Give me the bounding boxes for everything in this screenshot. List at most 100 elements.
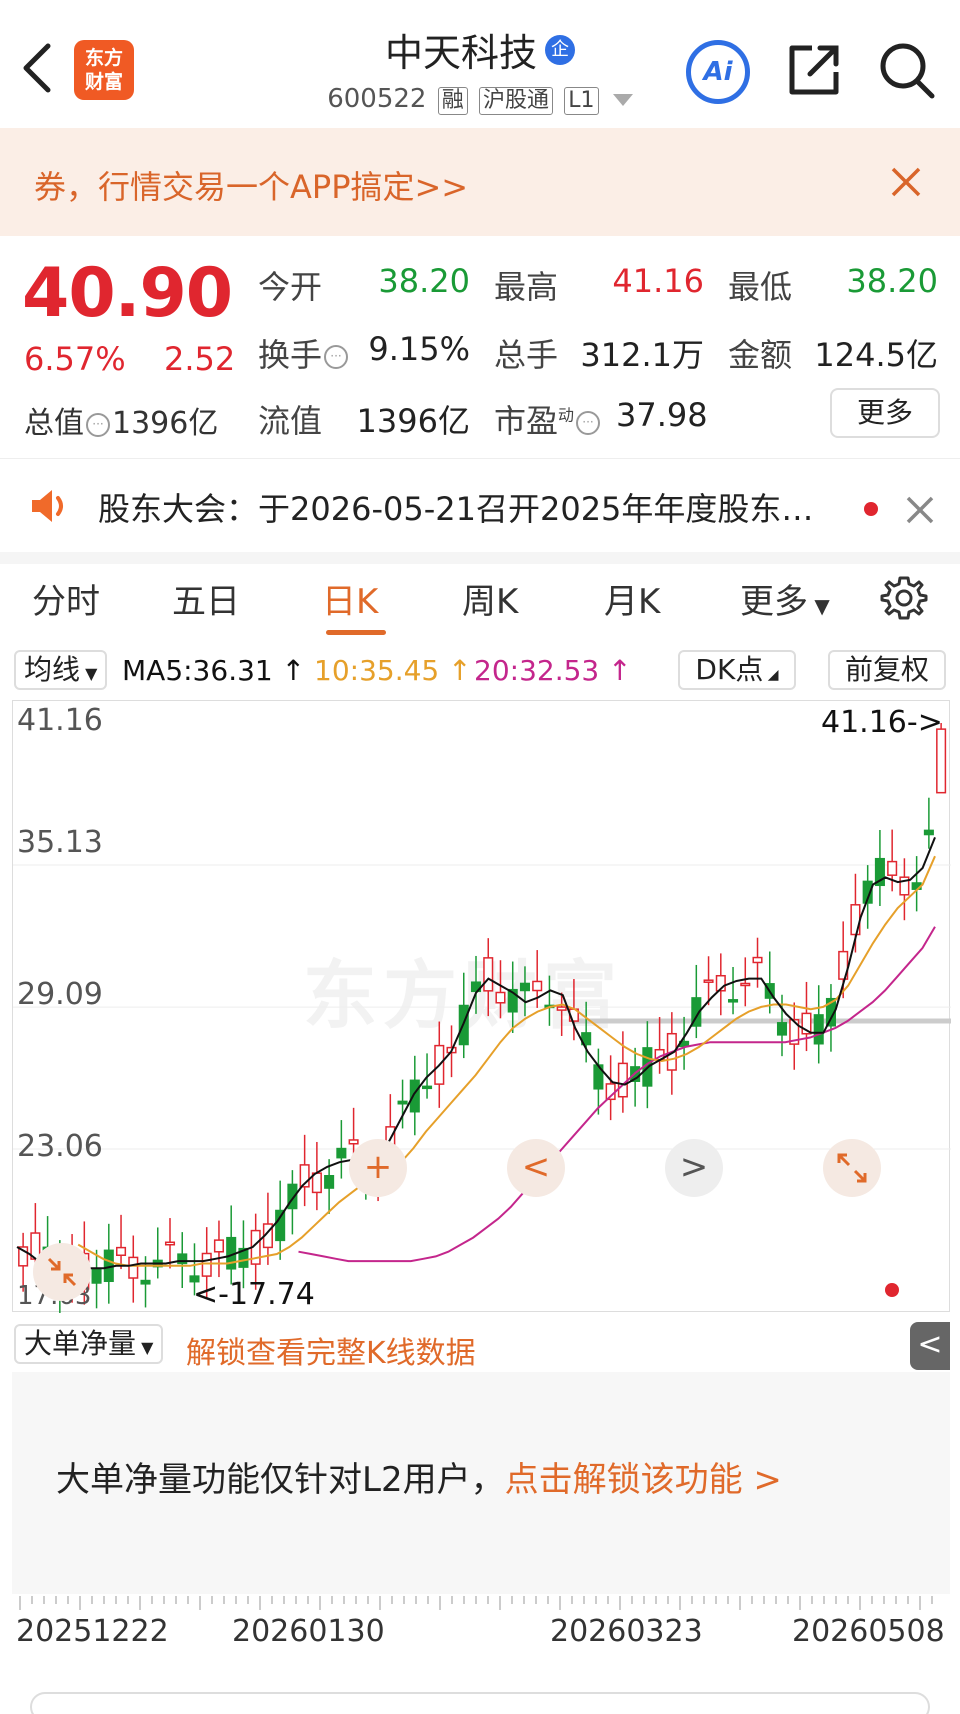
share-icon [789,45,839,95]
candle-body [740,982,751,987]
ma-select[interactable]: 均线 ▼ [14,650,108,690]
date-tick-label: 20260323 [550,1614,703,1649]
date-tick-label: 20260508 [792,1614,945,1649]
date-tick-label: 20251222 [16,1614,169,1649]
indicator-select[interactable]: 大单净量 ▼ [14,1324,164,1364]
candle-body [703,979,714,983]
search-button[interactable] [876,38,938,102]
info-icon[interactable]: ··· [86,412,110,437]
candle-body [324,1175,335,1189]
fullscreen-button[interactable] [823,1139,881,1197]
share-button[interactable] [784,40,844,100]
ma-select-label: 均线 [24,653,81,686]
date-axis-ticks [19,1596,933,1610]
dk-points-label: DK点 [695,653,764,686]
tab-weekly-k[interactable]: 周K [462,574,518,623]
promo-banner[interactable]: 券，行情交易一个APP搞定>> [0,128,960,236]
notice-bar[interactable]: 股东大会：于2026-05-21召开2025年年度股东… [0,474,960,538]
kline-svg [13,723,951,1313]
tag-margin: 融 [437,87,468,115]
candle-body [887,860,898,876]
tab-monthly-k[interactable]: 月K [604,574,660,623]
amount-value: 124.5亿 [814,336,938,374]
candle-body [409,1079,420,1113]
period-tabs: 分时 五日 日K 周K 月K 更多 ▼ [0,574,960,634]
ma10-legend: 10:35.45 ↑ [314,654,472,687]
promo-banner-text[interactable]: 券，行情交易一个APP搞定>> [34,162,468,208]
tab-minute[interactable]: 分时 [32,574,100,623]
volume-value: 312.1万 [580,336,704,374]
caret-down-icon: ▼ [136,1338,154,1357]
close-icon[interactable] [904,494,936,526]
chevron-down-icon [612,93,633,106]
section-gap [0,552,960,564]
ma20-legend: 20:32.53 ↑ [474,654,632,687]
adjust-mode-button[interactable]: 前复权 [828,650,946,690]
notice-text[interactable]: 股东大会：于2026-05-21召开2025年年度股东… [98,484,813,530]
bottom-bar-edge [30,1692,930,1714]
ma10-value: 10:35.45 [314,654,440,687]
stock-code: 600522 [327,84,427,114]
up-arrow-icon: ↑ [448,654,472,687]
candle-body [128,1256,139,1279]
caret-down-icon: ▼ [80,664,98,683]
turnover-label-wrap: 换手 ··· [258,330,350,376]
tab-five-day[interactable]: 五日 [172,574,240,623]
l2-message: 大单净量功能仅针对L2用户，点击解锁该功能 > [56,1452,782,1501]
kline-chart[interactable]: 东方财富 41.16 35.13 29.09 23.06 17.03 41.16… [12,700,951,1313]
search-icon [880,43,935,99]
candle-body [813,1014,824,1045]
unlock-kline-link[interactable]: 解锁查看完整K线数据 [186,1328,476,1372]
more-quote-button[interactable]: 更多 [830,388,940,438]
collapse-panel-button[interactable]: < [910,1322,950,1370]
volume-label: 总手 [494,336,559,374]
pe-label: 市盈 [494,402,559,440]
turnover-value: 9.15% [368,330,470,368]
gear-icon[interactable] [880,574,928,622]
ma-legend-bar: 均线 ▼ MA5:36.31 ↑ 10:35.45 ↑ 20:32.53 ↑ D… [0,648,960,694]
candle-body [495,991,506,1004]
enterprise-badge: 企 [545,34,575,65]
candle-body [201,1252,212,1277]
indicator-select-label: 大单净量 [24,1327,137,1360]
collapse-arrows-icon [47,1257,77,1287]
pe-label-wrap: 市盈动 ··· [494,396,602,442]
unlock-feature-link[interactable]: 点击解锁该功能 > [505,1460,782,1500]
up-arrow-icon: ↑ [281,654,306,687]
candle-body [617,1062,628,1098]
top-header: 东方 财富 中天科技 企 600522 融 沪股通 L1 Ai [0,0,960,128]
info-icon[interactable]: ··· [324,345,349,369]
corner-triangle-icon: ◢ [763,667,779,683]
candle-body [728,999,739,1003]
high-label: 最高 [494,268,559,306]
low-value: 38.20 [846,262,938,300]
zoom-out-button[interactable] [33,1243,91,1301]
candle-body [923,829,934,836]
candle-body [532,980,543,992]
tab-daily-k[interactable]: 日K [322,574,378,623]
pe-value: 37.98 [616,396,708,434]
total-cap-label: 总值 [24,406,84,441]
scroll-right-button[interactable]: > [665,1139,723,1197]
up-arrow-icon: ↑ [608,654,632,687]
candle-body [336,1147,347,1159]
ma10-line [77,855,936,1267]
stock-name: 中天科技 [384,31,537,75]
dk-points-button[interactable]: DK点 ◢ [678,650,796,690]
close-icon[interactable] [888,164,924,200]
y-tick-label: 29.09 [17,977,103,1012]
current-price: 40.90 [22,254,233,333]
candle-body [483,957,494,992]
candle-body [776,1022,788,1036]
ai-button[interactable]: Ai [686,40,750,104]
info-icon[interactable]: ··· [576,411,601,435]
zoom-in-button[interactable]: + [349,1139,407,1197]
y-tick-label: 23.06 [17,1129,103,1164]
float-cap-value: 1396亿 [356,402,470,440]
ma20-value: 20:32.53 [474,654,600,687]
speaker-icon [32,490,63,522]
scroll-left-button[interactable]: < [507,1139,565,1197]
candle-body [164,1241,176,1246]
candle-body [422,1085,433,1090]
tab-more[interactable]: 更多 ▼ [740,574,830,623]
